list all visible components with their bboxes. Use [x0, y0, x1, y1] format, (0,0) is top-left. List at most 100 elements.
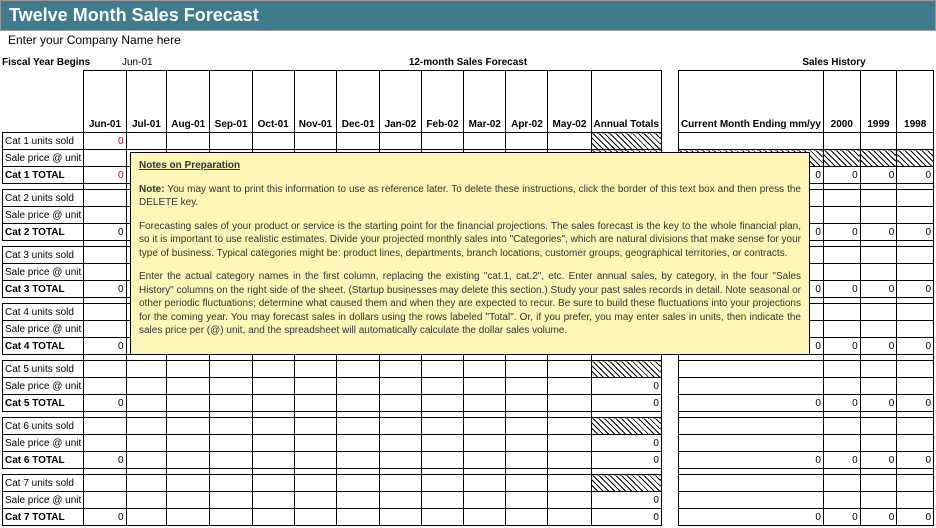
cell[interactable]: [84, 361, 126, 378]
cell[interactable]: [252, 378, 294, 395]
cell[interactable]: [379, 435, 421, 452]
cell[interactable]: 0: [84, 133, 126, 150]
cell[interactable]: [548, 133, 591, 150]
cell[interactable]: [167, 435, 210, 452]
cell[interactable]: [421, 475, 463, 492]
cell[interactable]: [379, 378, 421, 395]
cell[interactable]: [379, 492, 421, 509]
cell[interactable]: [294, 133, 337, 150]
cell[interactable]: [84, 247, 126, 264]
cell[interactable]: [421, 378, 463, 395]
hist-cell[interactable]: [678, 133, 823, 150]
cell[interactable]: [84, 304, 126, 321]
cell[interactable]: [506, 475, 548, 492]
company-name-input[interactable]: Enter your Company Name here: [0, 31, 936, 57]
hist-cell[interactable]: [823, 475, 860, 492]
hist-cell[interactable]: [897, 435, 934, 452]
cell[interactable]: [210, 475, 253, 492]
cell[interactable]: [337, 435, 380, 452]
cell[interactable]: [337, 475, 380, 492]
hist-cell[interactable]: [823, 190, 860, 207]
cell[interactable]: [379, 475, 421, 492]
cell[interactable]: [126, 378, 167, 395]
hist-cell[interactable]: [823, 304, 860, 321]
cell[interactable]: [126, 435, 167, 452]
cell[interactable]: [252, 475, 294, 492]
cell[interactable]: [506, 133, 548, 150]
cell[interactable]: [379, 133, 421, 150]
cell[interactable]: [294, 361, 337, 378]
hist-cell[interactable]: [823, 321, 860, 338]
cell[interactable]: [337, 133, 380, 150]
cell[interactable]: [294, 418, 337, 435]
cell[interactable]: [167, 418, 210, 435]
hist-cell[interactable]: [897, 207, 934, 224]
cell[interactable]: [464, 378, 506, 395]
hist-cell[interactable]: [897, 247, 934, 264]
cell[interactable]: [548, 361, 591, 378]
cell[interactable]: [421, 492, 463, 509]
cell[interactable]: [294, 378, 337, 395]
cell[interactable]: [379, 418, 421, 435]
hist-cell[interactable]: [860, 321, 897, 338]
hist-cell[interactable]: [678, 361, 823, 378]
cell[interactable]: [84, 378, 126, 395]
hist-cell[interactable]: [823, 247, 860, 264]
fiscal-year-value[interactable]: Jun-01: [122, 57, 202, 68]
hist-cell[interactable]: [860, 492, 897, 509]
cell[interactable]: [337, 418, 380, 435]
cell[interactable]: [210, 133, 253, 150]
hist-cell[interactable]: [897, 190, 934, 207]
cell[interactable]: [252, 435, 294, 452]
hist-cell[interactable]: [860, 418, 897, 435]
hist-cell[interactable]: [860, 264, 897, 281]
cell[interactable]: [506, 492, 548, 509]
hist-cell[interactable]: [897, 492, 934, 509]
hist-cell[interactable]: [823, 492, 860, 509]
cell[interactable]: [126, 418, 167, 435]
cell[interactable]: [84, 264, 126, 281]
cell[interactable]: [210, 418, 253, 435]
cell[interactable]: [126, 492, 167, 509]
cell[interactable]: [84, 418, 126, 435]
hist-cell[interactable]: [897, 361, 934, 378]
cell[interactable]: [421, 435, 463, 452]
hist-cell[interactable]: [678, 492, 823, 509]
hist-cell[interactable]: [897, 475, 934, 492]
cell[interactable]: [506, 378, 548, 395]
cell[interactable]: [210, 378, 253, 395]
notes-on-preparation[interactable]: Notes on Preparation Note: You may want …: [130, 152, 810, 355]
hist-cell[interactable]: [860, 378, 897, 395]
cell[interactable]: [548, 475, 591, 492]
cell[interactable]: [252, 492, 294, 509]
hist-cell[interactable]: [678, 418, 823, 435]
cell[interactable]: [167, 133, 210, 150]
cell[interactable]: [84, 492, 126, 509]
cell[interactable]: [421, 418, 463, 435]
hist-cell[interactable]: [823, 207, 860, 224]
cell[interactable]: [337, 378, 380, 395]
hist-cell[interactable]: [823, 435, 860, 452]
hist-cell[interactable]: [860, 435, 897, 452]
cell[interactable]: [548, 435, 591, 452]
cell[interactable]: [506, 418, 548, 435]
hist-cell[interactable]: [897, 378, 934, 395]
cell[interactable]: [126, 361, 167, 378]
cell[interactable]: [167, 475, 210, 492]
cell[interactable]: [294, 475, 337, 492]
hist-cell[interactable]: [860, 304, 897, 321]
cell[interactable]: [548, 418, 591, 435]
hist-cell[interactable]: [897, 150, 934, 167]
hist-cell[interactable]: [823, 150, 860, 167]
hist-cell[interactable]: [897, 321, 934, 338]
cell[interactable]: [506, 435, 548, 452]
cell[interactable]: [294, 435, 337, 452]
cell[interactable]: [84, 475, 126, 492]
hist-cell[interactable]: [823, 378, 860, 395]
hist-cell[interactable]: [860, 150, 897, 167]
cell[interactable]: [464, 492, 506, 509]
cell[interactable]: [379, 361, 421, 378]
cell[interactable]: [126, 133, 167, 150]
cell[interactable]: [210, 361, 253, 378]
hist-cell[interactable]: [860, 190, 897, 207]
